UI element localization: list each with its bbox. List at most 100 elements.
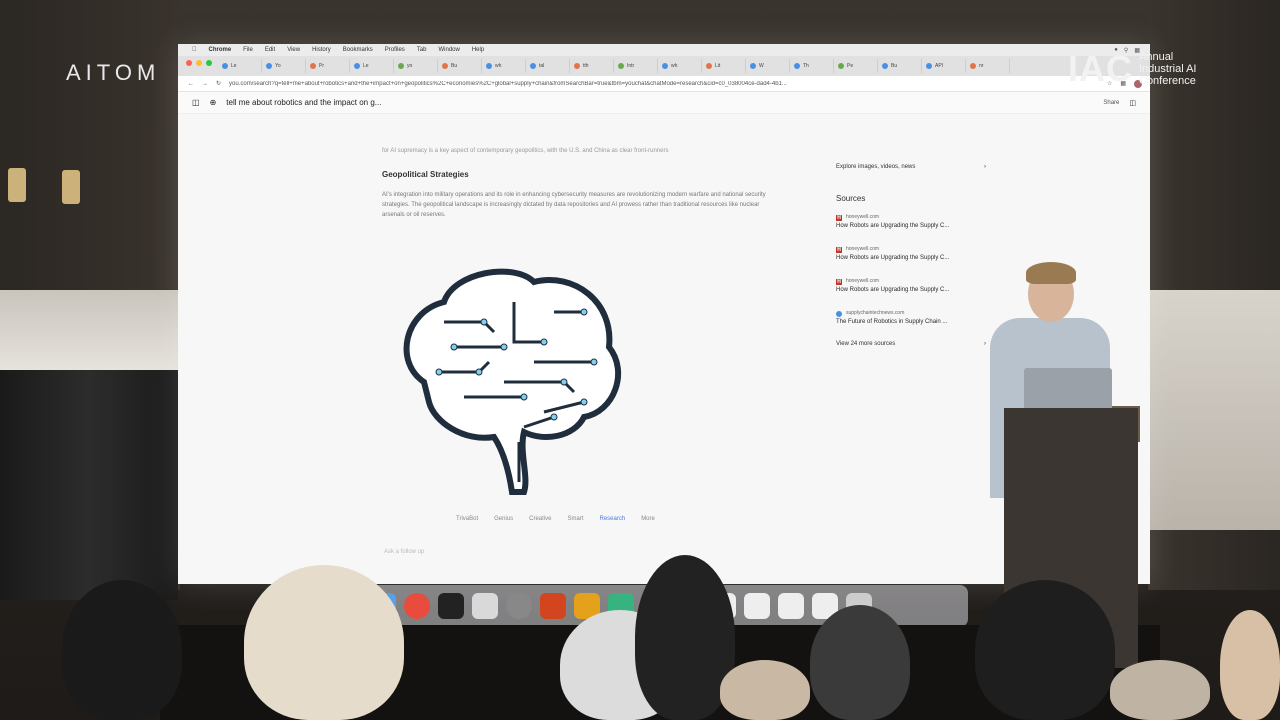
browser-tab[interactable]: W [746, 59, 790, 73]
browser-tab[interactable]: Bu [438, 59, 482, 73]
wall-lamp [8, 168, 26, 202]
source-domain: supplychaintechnews.com [846, 310, 905, 316]
right-window [1150, 290, 1280, 530]
tab-favicon-icon [970, 63, 976, 69]
mode-smart[interactable]: Smart [567, 516, 583, 522]
menu-view[interactable]: View [287, 47, 300, 53]
new-chat-icon[interactable]: ⊕ [210, 98, 217, 107]
browser-tab[interactable]: nr [966, 59, 1010, 73]
browser-tab[interactable]: tth [570, 59, 614, 73]
source-list: Hhoneywell.com How Robots are Upgrading t… [836, 213, 986, 327]
browser-tab[interactable]: Pr [306, 59, 350, 73]
tab-label: Bu [891, 63, 898, 69]
tab-label: yo [407, 63, 413, 69]
panel-icon[interactable]: ◫ [1129, 99, 1136, 107]
document-thumbnail[interactable] [744, 593, 770, 619]
tab-label: wh [671, 63, 678, 69]
browser-tab[interactable]: Intr [614, 59, 658, 73]
reload-icon[interactable]: ↻ [216, 80, 221, 87]
mode-research[interactable]: Research [600, 516, 626, 522]
left-window [0, 290, 180, 370]
browser-tab[interactable]: yo [394, 59, 438, 73]
macos-menubar:  Chrome File Edit View History Bookmark… [178, 44, 1150, 56]
launchpad-dock-icon[interactable] [472, 593, 498, 619]
tab-favicon-icon [574, 63, 580, 69]
menu-window[interactable]: Window [438, 47, 459, 53]
maximize-window-button[interactable] [206, 60, 212, 66]
tab-favicon-icon [706, 63, 712, 69]
iac-line-1: Annual [1139, 51, 1174, 63]
browser-tab[interactable]: Lit [702, 59, 746, 73]
back-arrow-icon[interactable]: ← [188, 81, 194, 87]
iac-logo: IAC Annual Industrial AI Conference [1068, 48, 1196, 90]
curtain [0, 370, 178, 600]
dw-dock-icon[interactable] [540, 593, 566, 619]
menu-chrome[interactable]: Chrome [209, 47, 232, 53]
globe-icon [836, 310, 842, 317]
tab-favicon-icon [618, 63, 624, 69]
browser-tab[interactable]: Yo [262, 59, 306, 73]
tab-favicon-icon [442, 63, 448, 69]
source-item[interactable]: Hhoneywell.com How Robots are Upgrading t… [836, 245, 986, 263]
tab-label: wh [495, 63, 502, 69]
tab-favicon-icon [794, 63, 800, 69]
chat-query-title: tell me about robotics and the impact on… [226, 98, 382, 107]
sidebar-toggle-icon[interactable]: ◫ [192, 98, 200, 107]
source-domain: honeywell.com [846, 246, 880, 252]
tab-label: Pr [319, 63, 324, 69]
settings-dock-icon[interactable] [506, 593, 532, 619]
mode-more[interactable]: More [641, 516, 655, 522]
tab-favicon-icon [222, 63, 228, 69]
browser-tab[interactable]: wh [658, 59, 702, 73]
section-paragraph: AI's integration into military operation… [382, 192, 766, 218]
browser-tab[interactable]: Le [350, 59, 394, 73]
menu-bookmarks[interactable]: Bookmarks [343, 47, 373, 53]
browser-tab[interactable]: Le [218, 59, 262, 73]
browser-tab[interactable]: Bu [878, 59, 922, 73]
section-heading: Geopolitical Strategies [382, 170, 469, 179]
minimize-window-button[interactable] [196, 60, 202, 66]
close-window-button[interactable] [186, 60, 192, 66]
source-item[interactable]: Hhoneywell.com How Robots are Upgrading t… [836, 213, 986, 231]
tab-favicon-icon [838, 63, 844, 69]
apple-icon[interactable]:  [192, 47, 197, 53]
source-domain: honeywell.com [846, 214, 880, 220]
view-more-sources-link[interactable]: View 24 more sources › [836, 341, 986, 347]
forward-arrow-icon[interactable]: → [202, 81, 208, 87]
source-title: How Robots are Upgrading the Supply C... [836, 223, 950, 229]
browser-tab[interactable]: Pe [834, 59, 878, 73]
tab-favicon-icon [882, 63, 888, 69]
menu-tab[interactable]: Tab [417, 47, 427, 53]
browser-tab[interactable]: API [922, 59, 966, 73]
browser-tab[interactable]: wh [482, 59, 526, 73]
audience-member [1220, 610, 1280, 720]
terminal-dock-icon[interactable] [438, 593, 464, 619]
sources-heading: Sources [836, 194, 866, 203]
mode-trivabot[interactable]: TrivaBot [456, 516, 478, 522]
source-item[interactable]: supplychaintechnews.com The Future of Rob… [836, 309, 986, 327]
menu-profiles[interactable]: Profiles [385, 47, 405, 53]
follow-up-input[interactable]: Ask a follow up [384, 549, 424, 555]
tab-label: nr [979, 63, 984, 69]
menu-edit[interactable]: Edit [265, 47, 275, 53]
url-field[interactable]: you.com/search?q=tell+me+about+robotics+… [229, 81, 1099, 87]
iac-logo-mark: IAC [1068, 48, 1133, 89]
share-button[interactable]: Share [1103, 100, 1119, 106]
tab-label: Th [803, 63, 809, 69]
chrome-dock-icon[interactable] [404, 593, 430, 619]
menu-history[interactable]: History [312, 47, 331, 53]
browser-tab[interactable]: tal [526, 59, 570, 73]
menu-help[interactable]: Help [472, 47, 484, 53]
audience-member [810, 605, 910, 720]
source-item[interactable]: Hhoneywell.com How Robots are Upgrading t… [836, 277, 986, 295]
browser-tab[interactable]: Th [790, 59, 834, 73]
menu-file[interactable]: File [243, 47, 253, 53]
tab-label: API [935, 63, 944, 69]
document-thumbnail[interactable] [778, 593, 804, 619]
mode-genius[interactable]: Genius [494, 516, 513, 522]
honeywell-icon: H [836, 278, 842, 285]
circuit-brain-image [403, 268, 621, 495]
explore-media-link[interactable]: Explore images, videos, news › [836, 164, 986, 170]
mode-creative[interactable]: Creative [529, 516, 551, 522]
audience-member [62, 580, 182, 720]
